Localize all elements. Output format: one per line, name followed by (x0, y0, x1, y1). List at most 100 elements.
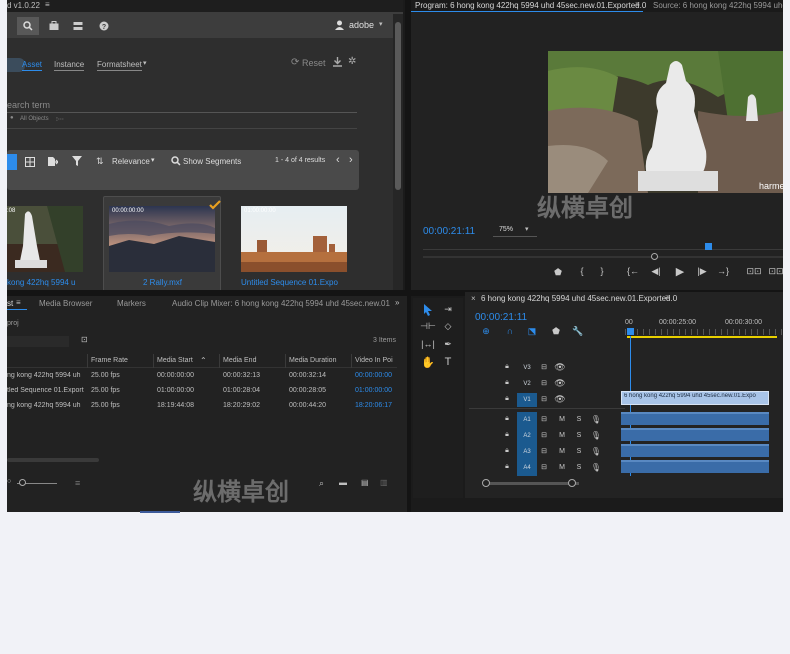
list-menu-icon[interactable]: ≡ (75, 478, 80, 488)
mark-out-icon[interactable]: } (597, 266, 607, 276)
track-a4[interactable]: A4 (517, 460, 537, 476)
lift-icon[interactable]: ⊡⊡ (746, 266, 761, 276)
microphone-icon[interactable]: 🎙︎ (591, 446, 601, 456)
view-toggle-active[interactable] (7, 154, 17, 170)
lock-icon[interactable]: 🔒︎ (503, 430, 511, 440)
column-frame-rate[interactable]: Frame Rate (91, 357, 128, 364)
extract-icon[interactable]: ⊡⊡ (768, 266, 783, 276)
microphone-icon[interactable]: 🎙︎ (591, 430, 601, 440)
sort-select[interactable]: Relevance (112, 157, 150, 166)
search-input[interactable]: earch term (7, 100, 50, 110)
step-forward-icon[interactable]: |▶ (697, 266, 707, 276)
lock-icon[interactable]: 🔒︎ (503, 462, 511, 472)
new-item-icon[interactable]: ▤ (361, 478, 369, 487)
tab-asset[interactable]: Asset (22, 60, 43, 71)
new-bin-icon[interactable]: ⊡ (81, 335, 88, 344)
mute-button[interactable]: M (557, 446, 567, 456)
go-to-out-icon[interactable]: →} (717, 266, 729, 276)
tab-instance[interactable]: Instance (54, 60, 85, 71)
asset-thumb-3[interactable] (241, 206, 347, 272)
chevron-down-icon[interactable]: ▾ (143, 59, 147, 67)
sync-icon[interactable]: ⊟ (539, 378, 549, 388)
track-a3[interactable]: A3 (517, 444, 537, 460)
play-icon[interactable]: ▶ (675, 266, 685, 278)
audio-clip[interactable] (621, 428, 769, 441)
row-in-point[interactable]: 01:00:00:00 (355, 387, 392, 394)
asset-caption[interactable]: kong 422hq 5994 u (7, 278, 83, 287)
tab-project[interactable]: st (7, 299, 13, 308)
audio-clip[interactable] (621, 460, 769, 473)
audio-clip[interactable] (621, 444, 769, 457)
slip-tool-icon[interactable]: |↔| (421, 338, 435, 350)
column-media-duration[interactable]: Media Duration (289, 357, 336, 364)
table-row[interactable]: tled Sequence 01.Export 25.00 fps 01:00:… (7, 385, 397, 399)
tab-audio-clip-mixer[interactable]: Audio Clip Mixer: 6 hong kong 422hq 5994… (172, 299, 390, 308)
track-select-tool-icon[interactable]: ⇥ (441, 303, 455, 315)
sync-icon[interactable]: ⊟ (539, 362, 549, 372)
scroll-handle[interactable] (651, 253, 658, 260)
type-tool-icon[interactable]: T (441, 356, 455, 368)
tab-briefcase[interactable] (43, 17, 65, 35)
table-row[interactable]: ng kong 422hq 5994 uh 25.00 fps 00:00:00… (7, 370, 397, 384)
hand-tool-icon[interactable]: ✋ (421, 356, 435, 369)
monitor-timebar[interactable] (423, 249, 783, 250)
tab-media-browser[interactable]: Media Browser (39, 299, 92, 308)
asset-thumb-1[interactable] (7, 206, 83, 272)
prev-page-icon[interactable]: ‹ (336, 154, 340, 166)
lock-icon[interactable]: 🔒︎ (503, 446, 511, 456)
ripple-edit-tool-icon[interactable]: ⊣⊢ (420, 320, 436, 332)
track-a1[interactable]: A1 (517, 412, 537, 428)
microphone-icon[interactable]: 🎙︎ (591, 462, 601, 472)
tab-storage[interactable] (67, 17, 89, 35)
zoom-out-icon[interactable]: ○ (7, 478, 11, 485)
menu-icon[interactable]: ≡ (45, 0, 50, 9)
track-a2[interactable]: A2 (517, 428, 537, 444)
search-icon[interactable]: ⌕ (319, 478, 324, 489)
zoom-slider-handle[interactable] (19, 479, 26, 486)
nest-icon[interactable]: ⊕ (481, 326, 491, 336)
monitor-scrollbar[interactable] (423, 256, 783, 258)
program-timecode[interactable]: 00:00:21:11 (423, 226, 475, 237)
column-video-in-point[interactable]: Video In Poi (355, 357, 393, 364)
sync-icon[interactable]: ⊟ (539, 394, 549, 404)
sync-icon[interactable]: ⊟ (539, 430, 549, 440)
track-v2[interactable]: V2 (517, 377, 537, 391)
snap-icon[interactable]: ∩ (505, 326, 515, 336)
project-search-input[interactable] (7, 336, 69, 347)
mute-button[interactable]: M (557, 414, 567, 424)
refresh-icon[interactable]: ⟳ (291, 57, 299, 68)
close-icon[interactable]: × (471, 294, 476, 303)
selection-tool-icon[interactable] (423, 304, 433, 316)
menu-icon[interactable]: ≡ (665, 293, 670, 302)
sync-icon[interactable]: ⊟ (539, 462, 549, 472)
tab-help[interactable]: ? (93, 17, 115, 35)
scrollbar-track[interactable] (393, 14, 403, 290)
step-back-icon[interactable]: ◀| (651, 266, 661, 276)
solo-button[interactable]: S (574, 462, 584, 472)
lock-icon[interactable]: 🔒︎ (503, 394, 511, 404)
user-name[interactable]: adobe (349, 20, 374, 30)
wrench-icon[interactable]: 🔧 (572, 326, 583, 336)
video-clip[interactable]: 6 hong kong 422hq 5994 uhd 45sec.new.01.… (621, 391, 769, 405)
chevron-down-icon[interactable]: ▾ (379, 20, 383, 28)
tab-search[interactable] (17, 17, 39, 35)
tab-formatsheet[interactable]: Formatsheet (97, 60, 142, 71)
scroll-handle[interactable] (482, 479, 490, 487)
panel-overflow-icon[interactable]: » (395, 298, 399, 307)
program-monitor-title[interactable]: Program: 6 hong kong 422hq 5994 uhd 45se… (415, 1, 646, 10)
menu-icon[interactable]: ≡ (635, 0, 640, 9)
scroll-handle[interactable] (568, 479, 576, 487)
go-to-in-icon[interactable]: {← (627, 266, 639, 276)
lock-icon[interactable]: 🔒︎ (503, 362, 511, 372)
eye-icon[interactable]: 👁︎ (554, 362, 565, 372)
linked-selection-icon[interactable]: ⬔ (527, 326, 537, 336)
timeline-timecode[interactable]: 00:00:21:11 (475, 312, 527, 323)
next-page-icon[interactable]: › (349, 154, 353, 166)
column-media-end[interactable]: Media End (223, 357, 256, 364)
folder-icon[interactable]: ▬ (339, 478, 347, 487)
add-marker-icon[interactable]: ⬟ (551, 326, 561, 336)
asset-thumb-2[interactable] (109, 206, 215, 272)
sync-icon[interactable]: ⊟ (539, 414, 549, 424)
mark-in-icon[interactable]: { (577, 266, 587, 276)
mute-button[interactable]: M (557, 430, 567, 440)
